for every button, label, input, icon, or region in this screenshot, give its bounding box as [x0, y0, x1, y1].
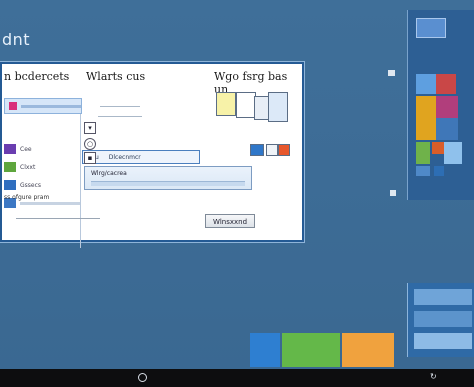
list-item-selected[interactable] [4, 98, 82, 114]
folder-icon[interactable] [278, 144, 290, 156]
app-tile[interactable] [282, 333, 340, 367]
app-tile[interactable] [416, 74, 436, 94]
divider [16, 218, 100, 219]
list-item[interactable]: Gssecs [4, 178, 80, 192]
app-tile[interactable] [434, 166, 444, 176]
app-tile[interactable] [342, 333, 394, 367]
app-tile[interactable] [416, 166, 430, 176]
list-item[interactable]: Cee [4, 142, 80, 156]
edge-icon[interactable] [250, 144, 264, 156]
panel-row[interactable] [414, 333, 472, 349]
app-icon [4, 162, 16, 172]
power-icon[interactable]: ○ [84, 138, 96, 150]
file-icon[interactable]: ▾ [84, 122, 96, 134]
dialog-heading-left: n bcdercets [4, 70, 70, 83]
app-tile[interactable] [436, 74, 456, 94]
app-tile[interactable] [250, 333, 280, 367]
install-button[interactable]: Wlnsxxnd [205, 214, 255, 228]
app-tile[interactable] [416, 142, 430, 164]
desktop-icon[interactable] [388, 70, 395, 76]
list-item-label: Cee [20, 145, 32, 153]
taskbar [0, 369, 474, 387]
settings-icon[interactable]: ▪ [84, 152, 96, 164]
dialog-heading-mid: Wlarts cus [86, 70, 146, 83]
start-tiles-panel [407, 10, 474, 200]
tray-tiles [250, 333, 400, 369]
app-tile[interactable] [416, 96, 436, 140]
app-tile[interactable] [236, 92, 256, 118]
search-text: Dlcecnmcr [108, 153, 141, 161]
app-tile[interactable] [432, 142, 444, 154]
search-input[interactable]: Gcu Dlcecnmcr [82, 150, 200, 164]
desktop-title: dnt [2, 30, 31, 49]
progress-bar [91, 181, 245, 186]
field-label: Wlrg/cacrea [91, 170, 127, 177]
setup-dialog: n bcdercets Wlarts cus Wgo fsrg bas un C… [0, 62, 304, 248]
list-item[interactable]: Clxxt [4, 160, 80, 174]
app-icon [9, 102, 17, 110]
divider [100, 106, 140, 107]
divider [98, 116, 142, 117]
app-tile[interactable] [444, 142, 462, 164]
tray-icon[interactable]: ↻ [430, 373, 440, 381]
app-icon [4, 180, 16, 190]
footer-text: ss ofgure pram [4, 194, 50, 201]
desktop-icon[interactable] [390, 190, 396, 196]
app-tile[interactable] [268, 92, 288, 122]
panel-row[interactable] [414, 311, 472, 327]
windows-logo-icon[interactable] [416, 18, 446, 38]
app-tile[interactable] [436, 96, 458, 118]
panel-row[interactable] [414, 289, 472, 305]
category-list: Cee Clxxt Gssecs [2, 98, 82, 248]
list-item-label: Gssecs [20, 181, 42, 189]
file-icon[interactable] [266, 144, 278, 156]
progress-field[interactable]: Wlrg/cacrea [84, 166, 252, 190]
start-button[interactable] [138, 373, 147, 382]
app-tile[interactable] [436, 118, 458, 140]
list-item-label: Clxxt [20, 163, 36, 171]
notification-panel [407, 283, 474, 357]
app-tile[interactable] [216, 92, 236, 116]
app-icon [4, 144, 16, 154]
